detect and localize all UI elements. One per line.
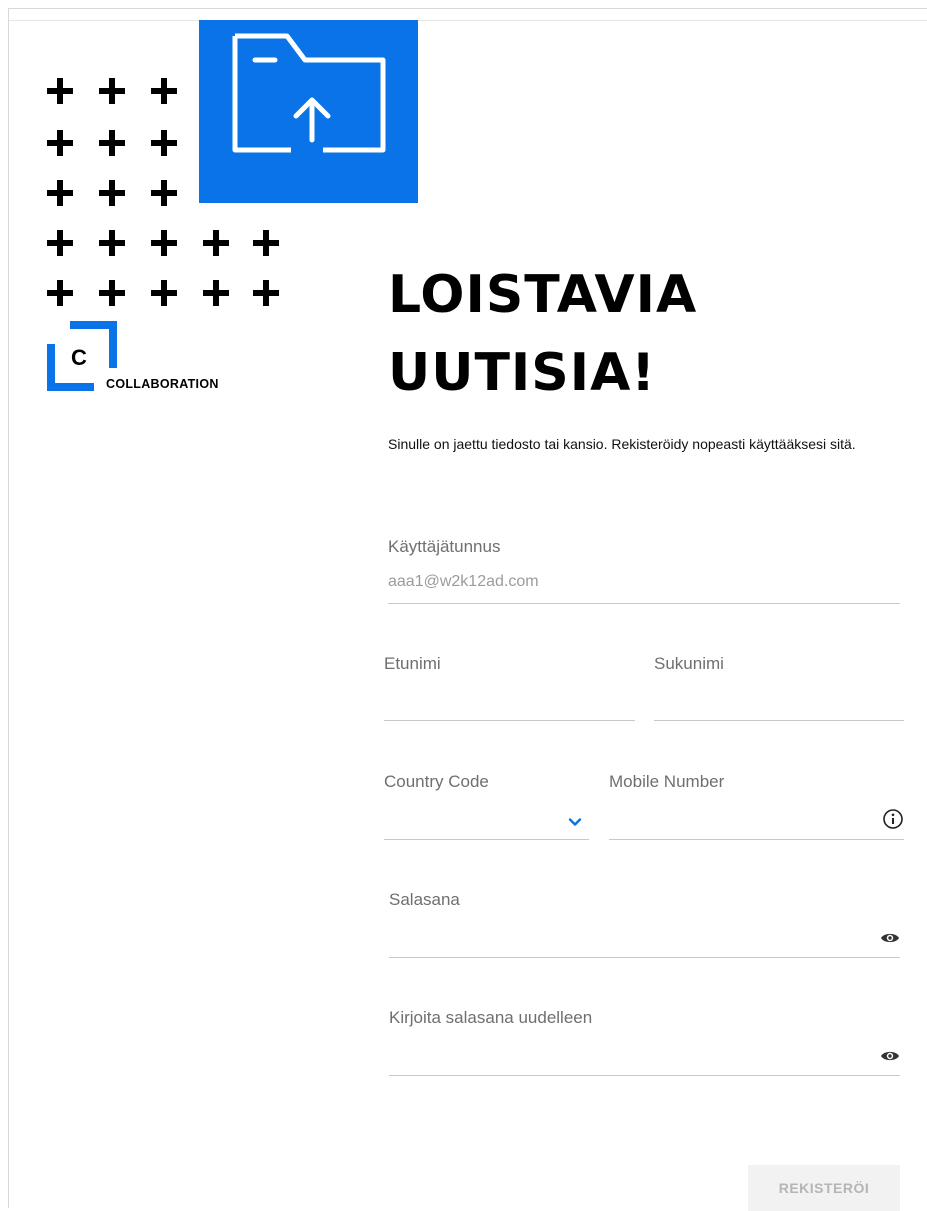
username-underline	[388, 603, 900, 604]
username-value: aaa1@w2k12ad.com	[388, 573, 539, 590]
first-name-input[interactable]	[384, 687, 635, 721]
title-line-1: LOISTAVIA	[388, 265, 698, 325]
logo-wordmark: COLLABORATION	[106, 377, 219, 391]
password-confirm-field: Kirjoita salasana uudelleen	[389, 1008, 900, 1076]
password-input[interactable]	[389, 924, 900, 958]
plus-icon	[151, 78, 179, 106]
plus-icon	[203, 230, 231, 258]
last-name-label: Sukunimi	[654, 654, 724, 673]
chevron-down-icon[interactable]	[567, 814, 583, 830]
plus-icon	[99, 78, 127, 106]
mobile-number-label: Mobile Number	[609, 772, 725, 791]
plus-icon	[99, 280, 127, 308]
country-code-field: Country Code	[384, 772, 589, 840]
plus-icon	[47, 78, 75, 106]
top-divider	[9, 20, 927, 21]
register-button[interactable]: REKISTERÖI	[748, 1165, 900, 1211]
plus-icon	[203, 280, 231, 308]
plus-icon	[47, 280, 75, 308]
eye-icon[interactable]	[880, 1048, 900, 1064]
last-name-field: Sukunimi	[654, 654, 904, 721]
plus-icon	[99, 130, 127, 158]
title-line-2: UUTISIA!	[388, 343, 657, 403]
first-name-field: Etunimi	[384, 654, 635, 721]
folder-upload-icon	[232, 33, 386, 153]
password-field: Salasana	[389, 890, 900, 958]
password-confirm-label: Kirjoita salasana uudelleen	[389, 1008, 593, 1027]
plus-icon	[151, 280, 179, 308]
eye-icon[interactable]	[880, 930, 900, 946]
country-code-label: Country Code	[384, 772, 489, 791]
plus-icon	[99, 180, 127, 208]
plus-icon	[253, 280, 281, 308]
collaboration-logo: C COLLABORATION	[47, 321, 237, 393]
plus-icon	[151, 180, 179, 208]
mobile-number-field: Mobile Number	[609, 772, 904, 840]
plus-icon	[99, 230, 127, 258]
plus-icon	[47, 180, 75, 208]
plus-icon	[253, 230, 281, 258]
logo-letter: C	[71, 345, 87, 370]
password-label: Salasana	[389, 890, 460, 909]
plus-icon	[47, 230, 75, 258]
page-title: LOISTAVIA UUTISIA!	[388, 256, 888, 412]
mobile-number-input[interactable]	[609, 806, 904, 840]
username-label: Käyttäjätunnus	[388, 537, 501, 556]
password-confirm-input[interactable]	[389, 1042, 900, 1076]
hero-tile	[199, 20, 418, 203]
intro-text: Sinulle on jaettu tiedosto tai kansio. R…	[388, 436, 856, 452]
info-icon[interactable]	[882, 808, 904, 830]
plus-icon	[47, 130, 75, 158]
username-field: Käyttäjätunnus aaa1@w2k12ad.com	[388, 537, 900, 604]
plus-icon	[151, 130, 179, 158]
first-name-label: Etunimi	[384, 654, 441, 673]
plus-icon	[151, 230, 179, 258]
country-code-select[interactable]	[384, 806, 589, 840]
last-name-input[interactable]	[654, 687, 904, 721]
